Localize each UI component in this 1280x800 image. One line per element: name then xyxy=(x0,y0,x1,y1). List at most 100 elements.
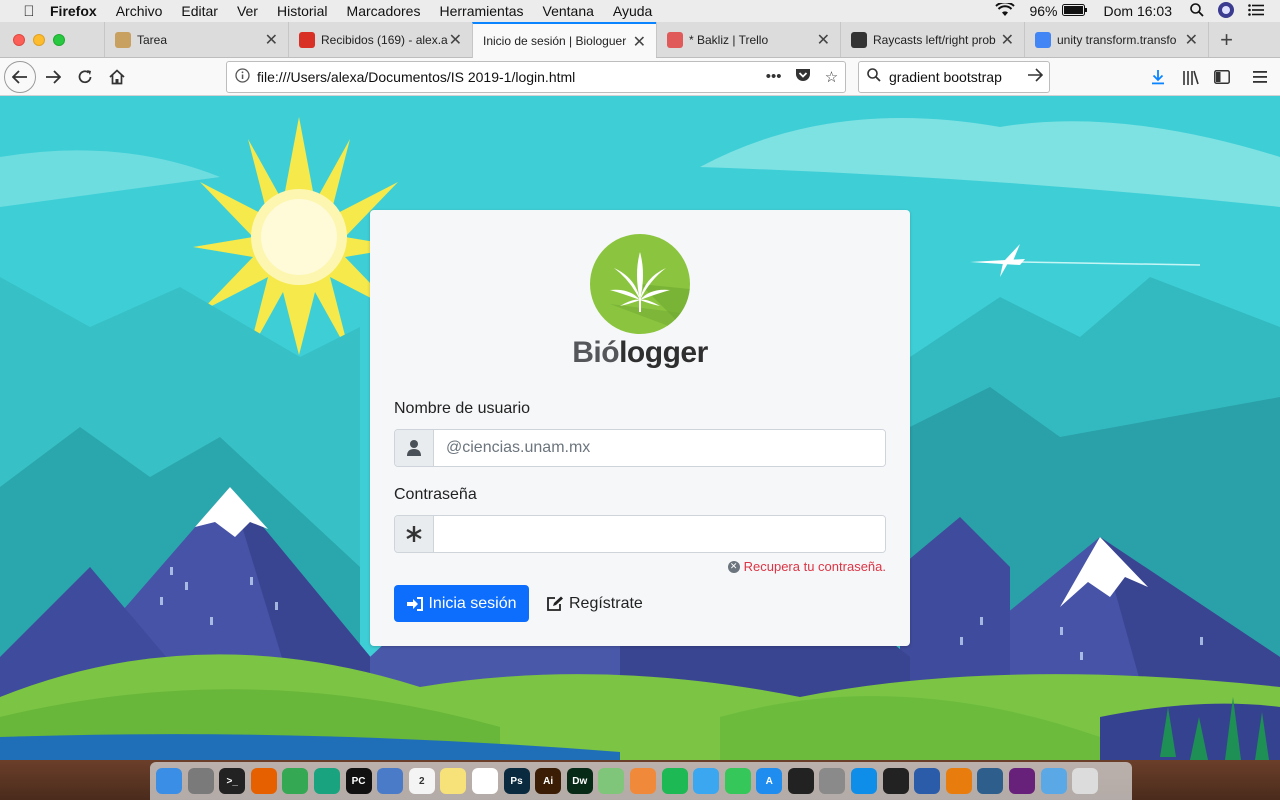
search-input[interactable]: gradient bootstrap xyxy=(889,69,1021,85)
firefox-icon[interactable] xyxy=(250,768,277,794)
menu-app-name[interactable]: Firefox xyxy=(50,3,97,19)
close-tab-icon[interactable]: ✕ xyxy=(449,30,462,50)
unity-icon[interactable] xyxy=(882,768,909,794)
new-tab-button[interactable]: + xyxy=(1208,22,1244,57)
battery-percent: 96% xyxy=(1029,3,1058,19)
login-card: Biólogger Nombre de usuario Contraseña ✕… xyxy=(370,210,910,646)
spotlight-search-icon[interactable] xyxy=(1190,2,1204,20)
brand-wordmark-part2: logger xyxy=(619,336,708,369)
activity-monitor-icon[interactable] xyxy=(787,768,814,794)
library-icon[interactable] xyxy=(1174,60,1206,94)
terminal-icon[interactable]: >_ xyxy=(219,768,246,794)
browser-tab[interactable]: * Bakliz | Trello ✕ xyxy=(656,22,840,57)
login-button-label: Inicia sesión xyxy=(428,594,517,612)
forward-button[interactable] xyxy=(36,60,70,94)
visual-studio-icon[interactable] xyxy=(1009,768,1036,794)
blender-icon[interactable] xyxy=(945,768,972,794)
home-button[interactable] xyxy=(100,60,134,94)
close-tab-icon[interactable]: ✕ xyxy=(1185,30,1198,50)
notes-icon[interactable] xyxy=(440,768,467,794)
page-actions-menu-icon[interactable]: ••• xyxy=(766,68,782,87)
facetime-icon[interactable] xyxy=(724,768,751,794)
register-button[interactable]: Regístrate xyxy=(546,585,643,622)
menu-ventana[interactable]: Ventana xyxy=(543,3,594,19)
close-tab-icon[interactable]: ✕ xyxy=(633,32,646,52)
username-input[interactable] xyxy=(434,430,885,466)
bookmark-star-icon[interactable]: ☆ xyxy=(825,68,838,87)
maps-icon[interactable] xyxy=(598,768,625,794)
browser-tab[interactable]: Recibidos (169) - alex.a ✕ xyxy=(288,22,472,57)
menu-herramientas[interactable]: Herramientas xyxy=(439,3,523,19)
apple-menu-icon[interactable]:  xyxy=(20,3,38,20)
menubar-clock[interactable]: Dom 16:03 xyxy=(1104,3,1172,19)
recover-password-link[interactable]: ✕ Recupera tu contraseña. xyxy=(727,559,886,574)
reload-button[interactable] xyxy=(68,60,102,94)
notification-center-icon[interactable] xyxy=(1248,3,1264,19)
browser-tab[interactable]: Raycasts left/right prob ✕ xyxy=(840,22,1024,57)
menu-marcadores[interactable]: Marcadores xyxy=(347,3,421,19)
window-controls xyxy=(0,22,104,57)
user-avatar-icon[interactable] xyxy=(1218,1,1234,21)
macos-dock-area: >_ PC 2 Ps Ai Dw A xyxy=(0,760,1280,800)
launchpad-icon[interactable] xyxy=(187,768,214,794)
finder-icon[interactable] xyxy=(156,768,182,794)
url-text[interactable]: file:///Users/alexa/Documentos/IS 2019-1… xyxy=(257,69,759,85)
photos-icon[interactable] xyxy=(629,768,656,794)
search-bar[interactable]: gradient bootstrap xyxy=(858,61,1050,93)
biologger-logo xyxy=(590,234,690,334)
close-tab-icon[interactable]: ✕ xyxy=(817,30,830,50)
browser-tab[interactable]: Tarea ✕ xyxy=(104,22,288,57)
mysql-workbench-icon[interactable] xyxy=(977,768,1004,794)
menu-ver[interactable]: Ver xyxy=(237,3,258,19)
downloads-arrow-icon[interactable] xyxy=(1142,60,1174,94)
wifi-icon[interactable] xyxy=(995,0,1016,20)
brand-wordmark: Biólogger xyxy=(370,336,910,370)
user-icon xyxy=(395,430,434,466)
url-bar[interactable]: file:///Users/alexa/Documentos/IS 2019-1… xyxy=(226,61,846,93)
menu-archivo[interactable]: Archivo xyxy=(116,3,163,19)
battery-icon[interactable] xyxy=(1061,3,1088,19)
app-store-icon[interactable]: A xyxy=(756,768,783,794)
calendar-icon[interactable]: 2 xyxy=(408,768,435,794)
zoom-window-button[interactable] xyxy=(53,33,65,46)
dreamweaver-icon[interactable]: Dw xyxy=(566,768,593,794)
browser-tab-bar: Tarea ✕ Recibidos (169) - alex.a ✕ Inicio de… xyxy=(0,22,1280,58)
sidebar-toggle-icon[interactable] xyxy=(1206,60,1238,94)
chatgpt-icon[interactable] xyxy=(313,768,340,794)
messages-icon[interactable] xyxy=(693,768,720,794)
menu-editar[interactable]: Editar xyxy=(181,3,218,19)
system-preferences-icon[interactable] xyxy=(819,768,846,794)
browser-tab[interactable]: Inicio de sesión | Biologuer ✕ xyxy=(472,22,656,58)
password-input-group xyxy=(394,515,886,553)
minimize-window-button[interactable] xyxy=(33,33,45,46)
downloads-icon[interactable] xyxy=(1040,768,1067,794)
chrome-icon[interactable] xyxy=(282,768,309,794)
close-tab-icon[interactable]: ✕ xyxy=(265,30,278,50)
login-button[interactable]: Inicia sesión xyxy=(394,585,529,622)
close-tab-icon[interactable]: ✕ xyxy=(1001,30,1014,50)
trash-icon[interactable] xyxy=(1072,768,1099,794)
spotify-icon[interactable] xyxy=(661,768,688,794)
site-info-icon[interactable] xyxy=(227,68,257,86)
tab-label: * Bakliz | Trello xyxy=(689,32,769,47)
hamburger-menu-icon[interactable] xyxy=(1244,60,1276,94)
tab-label: Raycasts left/right prob xyxy=(873,32,996,47)
pocket-icon[interactable] xyxy=(795,68,811,87)
recover-password-text[interactable]: Recupera tu contraseña. xyxy=(744,559,886,574)
pycharm-icon[interactable]: PC xyxy=(345,768,372,794)
preview-icon[interactable] xyxy=(377,768,404,794)
tab-label: Recibidos (169) - alex.a xyxy=(321,32,448,47)
virtualbox-icon[interactable] xyxy=(914,768,941,794)
teamviewer-icon[interactable] xyxy=(851,768,878,794)
menu-historial[interactable]: Historial xyxy=(277,3,328,19)
illustrator-icon[interactable]: Ai xyxy=(535,768,562,794)
close-window-button[interactable] xyxy=(13,33,25,46)
photoshop-icon[interactable]: Ps xyxy=(503,768,530,794)
search-go-arrow-icon[interactable] xyxy=(1021,67,1049,87)
menu-ayuda[interactable]: Ayuda xyxy=(613,3,652,19)
browser-tab[interactable]: unity transform.transfo ✕ xyxy=(1024,22,1208,57)
gmail-icon xyxy=(299,31,315,48)
password-input[interactable] xyxy=(434,516,885,552)
back-button[interactable] xyxy=(4,61,36,93)
reminders-icon[interactable] xyxy=(471,768,498,794)
